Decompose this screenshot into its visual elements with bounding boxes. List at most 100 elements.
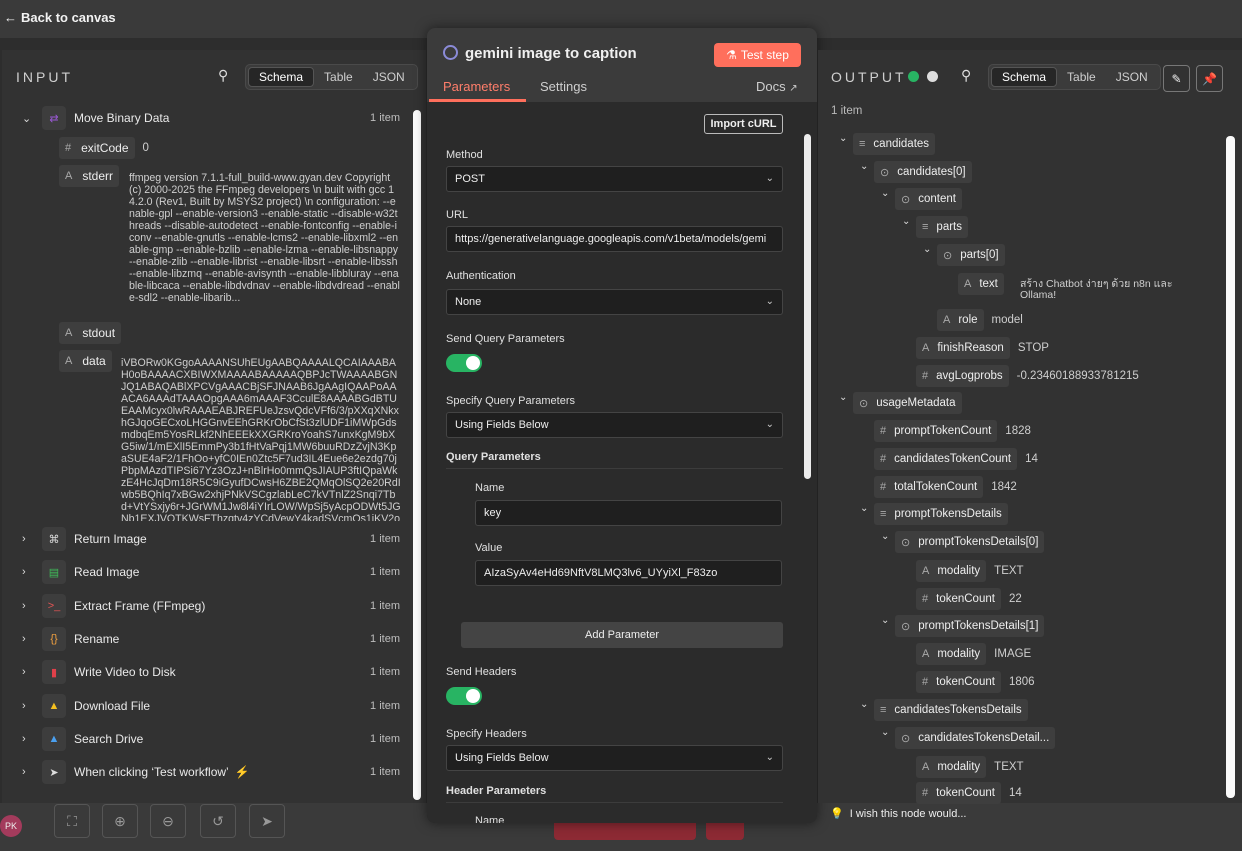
field-value: 1828 [1005,425,1031,437]
fit-view-button[interactable]: ⛶ [54,804,90,838]
chevron-down-icon[interactable]: ⌄ [860,161,868,172]
chevron-down-icon[interactable]: ⌄ [839,392,847,403]
schema-field[interactable]: # tokenCount [916,671,1001,693]
zoom-in-icon: ⊕ [114,812,126,829]
output-count: 1 item [831,105,863,117]
node-search-drive[interactable]: › ▲ Search Drive 1 item [22,727,412,751]
header-name-label: Name [475,815,505,823]
output-scrollbar[interactable] [1226,136,1235,798]
tab-json[interactable]: JSON [1106,67,1158,87]
pointer-button[interactable]: ➤ [249,804,285,838]
pin-data-button[interactable]: 📌 [1196,65,1223,92]
edit-output-button[interactable]: ✎ [1163,65,1190,92]
schema-field[interactable]: ≡ candidates [853,133,936,155]
chevron-down-icon[interactable]: ⌄ [881,727,889,738]
schema-field[interactable]: ≡ candidatesTokensDetails [874,699,1028,721]
chevron-down-icon[interactable]: ⌄ [881,188,889,199]
node-move-binary-data[interactable]: ⌄ ⇄ Move Binary Data 1 item [22,106,412,130]
schema-field[interactable]: ⊙ candidates[0] [874,161,972,183]
chevron-down-icon[interactable]: ⌄ [902,216,910,227]
search-icon[interactable]: ⚲ [961,67,971,84]
schema-field[interactable]: ⊙ promptTokensDetails[0] [895,531,1045,553]
schema-field[interactable]: ⊙ parts[0] [937,244,1005,266]
zoom-out-button[interactable]: ⊖ [150,804,186,838]
type-icon: ≡ [922,221,929,233]
feedback-link[interactable]: 💡 I wish this node would... [830,807,967,821]
modal-scrollbar[interactable] [804,134,811,479]
schema-field[interactable]: Amodality [916,643,987,665]
node-extract-frame[interactable]: › >_ Extract Frame (FFmpeg) 1 item [22,594,412,618]
info-icon[interactable] [927,71,938,82]
search-icon[interactable]: ⚲ [218,67,228,84]
field-name: totalTokenCount [894,481,978,493]
method-select[interactable]: POST ⌄ [446,166,783,192]
send-query-toggle[interactable] [446,354,482,372]
schema-field[interactable]: ⊙ promptTokensDetails[1] [895,615,1045,637]
auth-select[interactable]: None ⌄ [446,289,783,315]
schema-field[interactable]: Arole [937,309,984,331]
node-download-file[interactable]: › ▲ Download File 1 item [22,694,412,718]
tab-json[interactable]: JSON [363,67,415,87]
node-read-image[interactable]: › ▤ Read Image 1 item [22,560,412,584]
schema-field[interactable]: ⊙ candidatesTokensDetail... [895,727,1056,749]
schema-field[interactable]: AfinishReason [916,337,1010,359]
url-label: URL [446,209,469,221]
chevron-down-icon[interactable]: ⌄ [881,615,889,626]
schema-field[interactable]: # avgLogprobs [916,365,1009,387]
chevron-down-icon[interactable]: ⌄ [881,531,889,542]
specify-headers-select[interactable]: Using Fields Below ⌄ [446,745,783,771]
test-step-button[interactable]: ⚗ Test step [714,43,801,67]
node-return-image[interactable]: › ⌘ Return Image 1 item [22,527,412,551]
schema-field[interactable]: ⊙ usageMetadata [853,392,962,414]
tab-settings[interactable]: Settings [540,79,587,94]
field-name: parts[0] [960,249,999,261]
schema-field[interactable]: ≡ parts [916,216,968,238]
external-link-icon: ↗ [789,83,798,94]
url-input[interactable]: https://generativelanguage.googleapis.co… [446,226,783,252]
back-to-canvas-button[interactable]: ← Back to canvas [4,10,116,25]
schema-field[interactable]: Amodality [916,756,987,778]
field-value: model [991,314,1023,326]
field-value: 14 [1025,453,1038,465]
specify-query-label: Specify Query Parameters [446,395,575,407]
node-title[interactable]: gemini image to caption [465,45,637,62]
undo-button[interactable]: ↺ [200,804,236,838]
tab-table[interactable]: Table [314,67,363,87]
tab-parameters[interactable]: Parameters [443,79,510,94]
chevron-down-icon[interactable]: ⌄ [860,699,868,710]
specify-query-select[interactable]: Using Fields Below ⌄ [446,412,783,438]
type-icon: ⊙ [901,536,911,549]
import-curl-button[interactable]: Import cURL [704,114,783,134]
chevron-down-icon[interactable]: ⌄ [839,133,847,144]
pencil-icon: ✎ [1171,71,1182,86]
schema-field[interactable]: # promptTokenCount [874,420,998,442]
type-icon: # [922,676,929,688]
node-rename[interactable]: › {} Rename 1 item [22,627,412,651]
tab-schema[interactable]: Schema [248,67,315,87]
zoom-in-button[interactable]: ⊕ [102,804,138,838]
schema-field[interactable]: # totalTokenCount [874,476,984,498]
schema-field[interactable]: Amodality [916,560,987,582]
query-name-input[interactable]: key [475,500,782,526]
node-manual-trigger[interactable]: › ➤ When clicking ‘Test workflow’ ⚡ 1 it… [22,760,412,784]
add-parameter-button[interactable]: Add Parameter [461,622,783,648]
schema-field[interactable]: # tokenCount [916,588,1001,610]
schema-field[interactable]: ⊙ content [895,188,962,210]
tab-table[interactable]: Table [1057,67,1106,87]
schema-field[interactable]: # candidatesTokenCount [874,448,1018,470]
schema-field[interactable]: ≡ promptTokensDetails [874,503,1008,525]
node-write-video[interactable]: › ▮ Write Video to Disk 1 item [22,660,412,684]
docs-link[interactable]: Docs ↗ [756,79,798,94]
type-icon: ⊙ [901,620,911,633]
query-value-input[interactable]: AIzaSyAv4eHd69NftV8LMQ3lv6_UYyiXl_F83zo [475,560,782,586]
chevron-down-icon[interactable]: ⌄ [860,503,868,514]
tab-schema[interactable]: Schema [991,67,1058,87]
chevron-down-icon[interactable]: ⌄ [923,244,931,255]
value-label: Value [475,542,503,554]
avatar[interactable]: PK [0,815,22,837]
type-icon: ⊙ [880,166,890,179]
input-scrollbar[interactable] [413,110,421,800]
schema-field[interactable]: Atext [958,273,1004,295]
send-headers-toggle[interactable] [446,687,482,705]
schema-field[interactable]: # tokenCount [916,782,1001,804]
